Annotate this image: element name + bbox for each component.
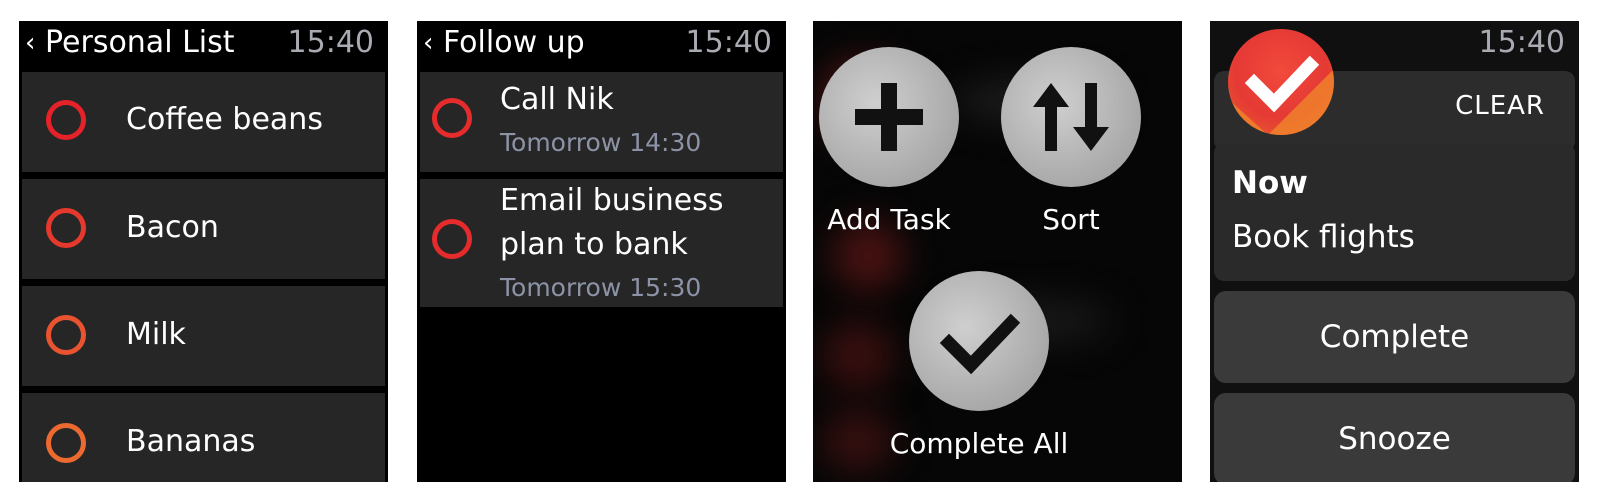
actions-menu-screen: Add Task Sort Complete All xyxy=(813,21,1182,482)
complete-circle-icon[interactable] xyxy=(46,315,86,355)
back-chevron-icon[interactable]: ‹ xyxy=(423,28,433,58)
complete-all-button[interactable] xyxy=(909,271,1049,411)
task-label: Call Nik xyxy=(500,82,614,117)
personal-list-screen: ‹ Personal List 15:40 Coffee beans Bacon… xyxy=(19,21,388,482)
complete-label: Complete xyxy=(1319,319,1470,355)
complete-circle-icon[interactable] xyxy=(432,98,472,138)
back-chevron-icon[interactable]: ‹ xyxy=(25,28,35,58)
top-bar: ‹ Personal List 15:40 xyxy=(19,21,388,69)
clock-time: 15:40 xyxy=(685,25,772,60)
due-date: Tomorrow 14:30 xyxy=(500,128,702,157)
complete-circle-icon[interactable] xyxy=(46,100,86,140)
task-label-line1: Email business xyxy=(500,183,724,218)
due-date: Tomorrow 15:30 xyxy=(500,273,702,302)
list-title[interactable]: Personal List xyxy=(45,25,235,60)
notification-heading: Now xyxy=(1232,165,1308,201)
task-label: Bacon xyxy=(126,210,219,245)
notification-screen: 15:40 CLEAR Now Book flights Complete Sn… xyxy=(1210,21,1579,482)
blur-blob xyxy=(823,321,893,391)
snooze-label: Snooze xyxy=(1338,421,1451,457)
list-title[interactable]: Follow up xyxy=(443,25,585,60)
follow-up-screen: ‹ Follow up 15:40 Call Nik Tomorrow 14:3… xyxy=(417,21,786,482)
add-task-label: Add Task xyxy=(827,203,951,236)
list-item[interactable]: Milk xyxy=(22,286,385,386)
complete-circle-icon[interactable] xyxy=(46,423,86,463)
sort-label: Sort xyxy=(1042,203,1100,236)
top-bar: ‹ Follow up 15:40 xyxy=(417,21,786,69)
list-item[interactable]: Bananas xyxy=(22,393,385,482)
complete-all-label: Complete All xyxy=(889,427,1069,460)
task-label-line2: plan to bank xyxy=(500,227,688,262)
snooze-button[interactable]: Snooze xyxy=(1214,393,1575,482)
notification-card[interactable]: Now Book flights xyxy=(1214,143,1575,281)
task-label: Milk xyxy=(126,317,186,352)
notification-body: Book flights xyxy=(1232,219,1415,255)
clear-button[interactable]: CLEAR xyxy=(1455,91,1545,121)
app-checkmark-icon xyxy=(1228,29,1334,135)
checkmark-icon xyxy=(1228,55,1334,135)
complete-circle-icon[interactable] xyxy=(46,208,86,248)
sort-button[interactable] xyxy=(1001,47,1141,187)
sort-arrows-icon xyxy=(1033,83,1109,151)
task-label: Bananas xyxy=(126,424,256,459)
list-item[interactable]: Call Nik Tomorrow 14:30 xyxy=(420,72,783,172)
checkmark-icon xyxy=(939,313,1021,375)
list-item[interactable]: Email business plan to bank Tomorrow 15:… xyxy=(420,179,783,307)
complete-circle-icon[interactable] xyxy=(432,219,472,259)
clock-time: 15:40 xyxy=(1478,25,1565,60)
complete-button[interactable]: Complete xyxy=(1214,291,1575,383)
list-item[interactable]: Coffee beans xyxy=(22,72,385,172)
list-item[interactable]: Bacon xyxy=(22,179,385,279)
clock-time: 15:40 xyxy=(287,25,374,60)
task-label: Coffee beans xyxy=(126,102,323,137)
plus-icon xyxy=(855,83,923,151)
add-task-button[interactable] xyxy=(819,47,959,187)
